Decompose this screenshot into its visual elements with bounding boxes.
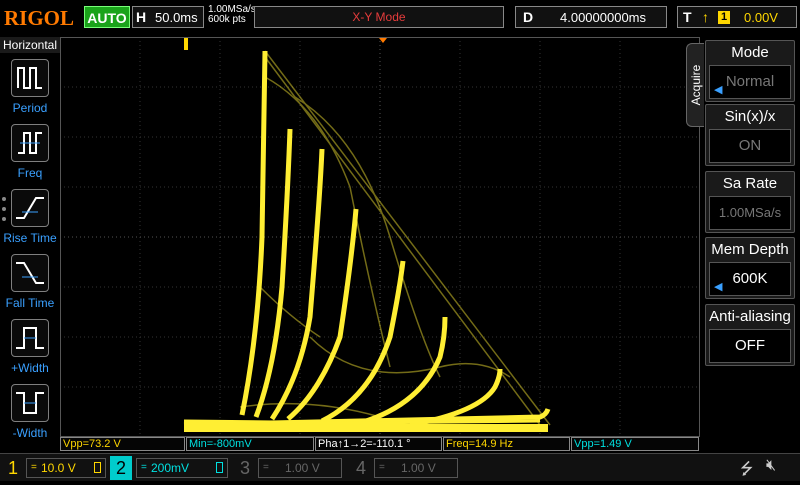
left-arrow-icon: ◀	[714, 84, 723, 96]
anti-aliasing-title: Anti-aliasing	[709, 308, 791, 325]
pos-width-icon	[11, 319, 49, 357]
graticule-center	[60, 37, 700, 437]
ch2-scale: = 200mV	[136, 458, 228, 478]
horizontal-timebase[interactable]: H 50.0ms	[132, 6, 204, 28]
sa-rate-title: Sa Rate	[722, 175, 778, 192]
trigger-box[interactable]: T ↑ 1 0.00V	[677, 6, 797, 28]
channel-3[interactable]: 3 = 1.00 V	[234, 456, 344, 480]
xy-mode-indicator: X-Y Mode	[254, 6, 504, 28]
channel-bar: 1 = 10.0 V 2 = 200mV 3 = 1.00 V 4 = 1.00…	[0, 453, 800, 481]
anti-aliasing-button[interactable]: Anti-aliasing OFF	[705, 304, 795, 366]
sampling-info: 1.00MSa/s 600k pts	[208, 5, 256, 25]
period-icon	[11, 59, 49, 97]
horizontal-label: H	[136, 9, 147, 25]
mem-depth-title: Mem Depth	[711, 241, 789, 258]
acq-mode-button[interactable]: Mode ◀ Normal	[705, 40, 795, 102]
acq-mode-title: Mode	[731, 44, 769, 61]
sa-rate-value: 1.00MSa/s	[709, 196, 791, 230]
usb-icon: ⭍	[740, 461, 754, 478]
timebase-value: 50.0ms	[155, 10, 198, 25]
mem-depth-button[interactable]: Mem Depth ◀ 600K	[705, 237, 795, 299]
meas-ch1-vpp[interactable]: Vpp=73.2 V	[60, 437, 185, 451]
delay-value: 4.00000000ms	[560, 10, 647, 25]
ch3-scale: = 1.00 V	[258, 458, 342, 478]
dc-coupling-icon: =	[141, 462, 147, 473]
meas-phase[interactable]: Pha↑1→2=-110.1 °	[315, 437, 442, 451]
pos-width-label: +Width	[11, 361, 49, 375]
left-arrow-icon: ◀	[714, 281, 723, 293]
acquire-menu-tab[interactable]: Acquire	[686, 43, 704, 127]
trigger-position-marker	[379, 38, 387, 43]
mem-depth-value: ◀ 600K	[709, 262, 791, 296]
fall-time-icon	[11, 254, 49, 292]
freq-icon	[11, 124, 49, 162]
ch1-scale: = 10.0 V	[26, 458, 106, 478]
meas-ch1-freq[interactable]: Freq=14.9 Hz	[443, 437, 570, 451]
freq-label: Freq	[17, 166, 43, 180]
sinx-button[interactable]: Sin(x)/x ON	[705, 104, 795, 166]
ch4-scale: = 1.00 V	[374, 458, 458, 478]
meas-ch2-vpp[interactable]: Vpp=1.49 V	[571, 437, 699, 451]
dc-coupling-icon: =	[263, 462, 269, 473]
dc-coupling-icon: =	[379, 462, 385, 473]
sinx-title: Sin(x)/x	[724, 108, 776, 125]
ch1-number: 1	[7, 458, 18, 478]
trigger-source: 1	[718, 11, 730, 24]
channel-1[interactable]: 1 = 10.0 V	[2, 456, 108, 480]
rising-edge-icon: ↑	[702, 9, 709, 25]
delay-box[interactable]: D 4.00000000ms	[515, 6, 667, 28]
xy-plot	[60, 37, 700, 437]
top-status-bar: RIGOL AUTO H 50.0ms 1.00MSa/s 600k pts X…	[0, 0, 800, 36]
sa-rate-button[interactable]: Sa Rate 1.00MSa/s	[705, 171, 795, 233]
sample-points: 600k pts	[208, 14, 246, 25]
ch4-number: 4	[355, 458, 366, 478]
rise-time-label: Rise Time	[3, 231, 57, 245]
neg-width-label: -Width	[12, 426, 48, 440]
measure-pos-width[interactable]: +Width	[0, 319, 60, 383]
horizontal-measure-panel: Horizontal Period Freq Rise Time Fall Ti…	[0, 37, 60, 440]
period-label: Period	[12, 101, 48, 115]
acq-mode-value: ◀ Normal	[709, 65, 791, 99]
measure-rise-time[interactable]: Rise Time	[0, 189, 60, 253]
run-status-badge[interactable]: AUTO	[84, 6, 130, 28]
anti-aliasing-value: OFF	[709, 329, 791, 363]
panel-title: Horizontal	[0, 37, 60, 53]
ch3-number: 3	[239, 458, 250, 478]
trigger-label: T	[683, 9, 692, 25]
rise-time-icon	[11, 189, 49, 227]
fall-time-label: Fall Time	[5, 296, 55, 310]
measure-neg-width[interactable]: -Width	[0, 384, 60, 448]
waveform-display[interactable]	[60, 37, 700, 437]
trigger-level: 0.00V	[744, 10, 778, 25]
measure-fall-time[interactable]: Fall Time	[0, 254, 60, 318]
trace-baseline	[184, 424, 548, 432]
neg-width-icon	[11, 384, 49, 422]
dc-coupling-icon: =	[31, 462, 37, 473]
meas-ch2-min[interactable]: Min=-800mV	[186, 437, 314, 451]
measurement-bar: Vpp=73.2 V Min=-800mV Pha↑1→2=-110.1 ° F…	[60, 437, 700, 452]
ch2-number: 2	[110, 456, 132, 480]
measure-freq[interactable]: Freq	[0, 124, 60, 188]
measure-period[interactable]: Period	[0, 59, 60, 123]
speaker-muted-icon[interactable]: 🔇︎	[766, 457, 776, 475]
xy-trace	[183, 50, 551, 432]
rigol-logo: RIGOL	[4, 6, 75, 30]
bw-limit-icon	[94, 462, 101, 473]
delay-label: D	[523, 9, 534, 25]
bw-limit-icon	[216, 462, 223, 473]
channel-4[interactable]: 4 = 1.00 V	[350, 456, 460, 480]
ch1-offset-marker	[184, 38, 188, 50]
channel-2[interactable]: 2 = 200mV	[110, 456, 232, 480]
sinx-value: ON	[709, 129, 791, 163]
